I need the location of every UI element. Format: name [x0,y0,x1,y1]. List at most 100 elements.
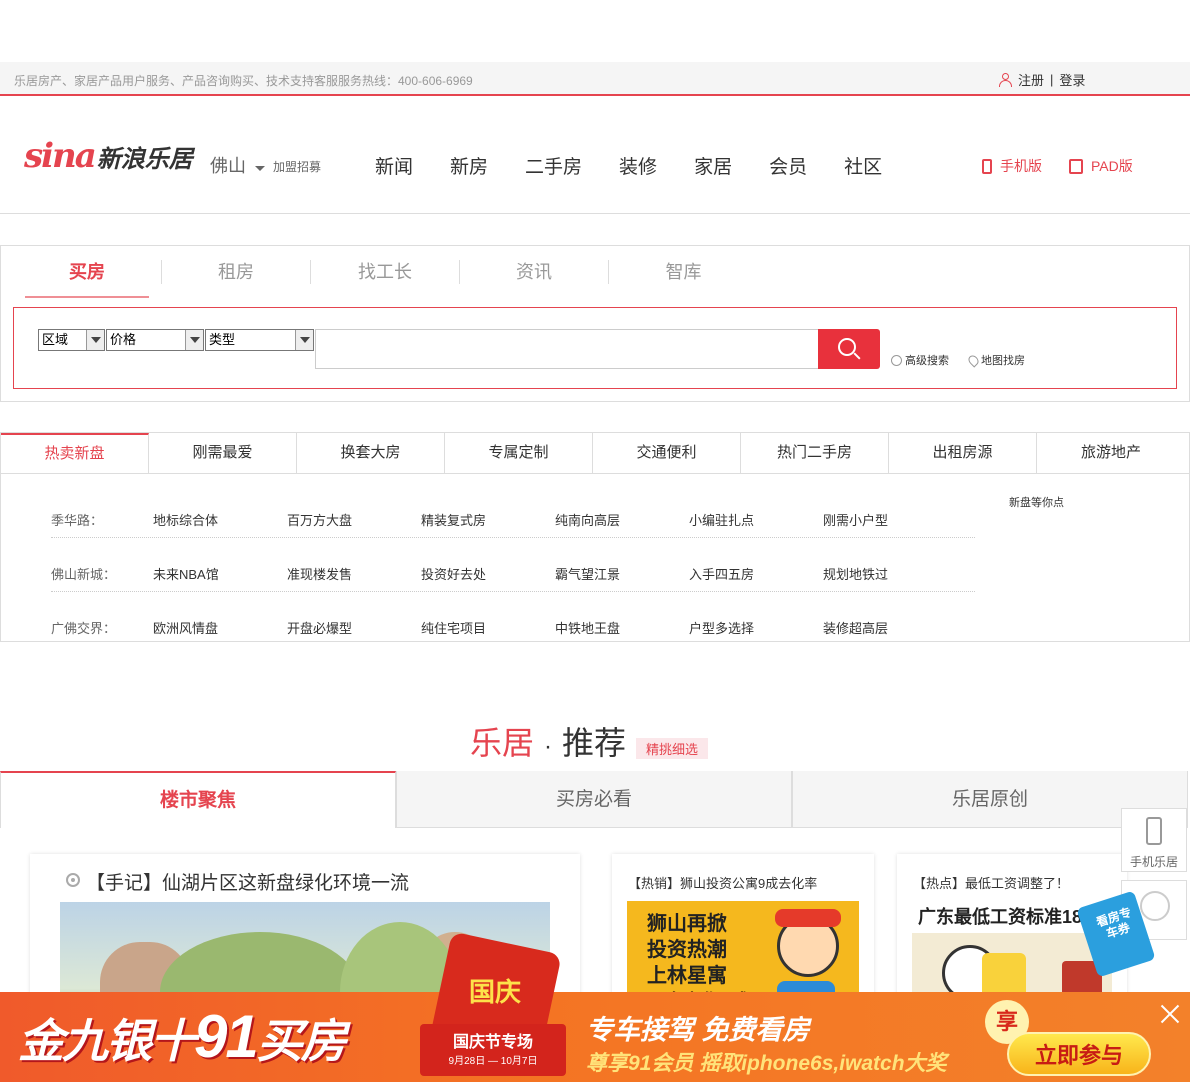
tag-link[interactable]: 中铁地王盘 [555,618,620,637]
news-card-title[interactable]: 【热点】最低工资调整了！ [913,873,1069,892]
banner-slogan-sub: 尊享91会员 摇取iphone6s,iwatch大奖 [586,1052,947,1075]
globe-icon [1140,891,1170,921]
tag-tab-rentals[interactable]: 出租房源 [889,433,1037,473]
tag-row: 季华路： 地标综合体 百万方大盘 精装复式房 纯南向高层 小编驻扎点 刚需小户型 [51,484,975,538]
phone-icon [982,158,992,174]
nav-decoration[interactable]: 装修 [619,152,657,179]
tag-link[interactable]: 刚需小户型 [823,510,888,529]
recommend-tab-must-read[interactable]: 买房必看 [396,771,792,828]
tag-row: 佛山新城： 未来NBA馆 准现楼发售 投资好去处 霸气望江景 入手四五房 规划地… [51,538,975,592]
banner-title-num: 91 [194,1003,259,1070]
tag-link[interactable]: 地标综合体 [153,510,218,529]
search-tab-buy[interactable]: 买房 [13,260,162,284]
search-tab-think-tank[interactable]: 智库 [609,260,758,284]
site-logo[interactable]: sina 新浪乐居 [24,136,193,176]
tag-tab-upgrade[interactable]: 换套大房 [297,433,445,473]
recommend-heading-dot: · [544,733,553,760]
tag-link[interactable]: 纯南向高层 [555,510,620,529]
search-form: 区域 价格 类型 高级搜索 地图找房 [13,307,1177,389]
promo-banner[interactable]: 金九银十91买房 国庆 国庆节专场 9月28日 — 10月7日 专车接驾 免费看… [0,890,1190,1082]
mobile-leju-widget[interactable]: 手机乐居 [1121,808,1187,872]
nav-member[interactable]: 会员 [769,152,807,179]
national-day-seal-text: 国庆 [468,978,521,1008]
header: sina 新浪乐居 佛山 加盟招募 新闻 新房 二手房 装修 家居 会员 社区 … [0,96,1190,214]
district-select[interactable]: 区域 [38,329,105,351]
tag-tabs: 热卖新盘 刚需最爱 换套大房 专属定制 交通便利 热门二手房 出租房源 旅游地产 [1,433,1189,474]
hot-tags-panel: 热卖新盘 刚需最爱 换套大房 专属定制 交通便利 热门二手房 出租房源 旅游地产… [0,432,1190,642]
dropdown-arrow-icon[interactable] [185,330,203,350]
tag-tab-custom[interactable]: 专属定制 [445,433,593,473]
mobile-version-link[interactable]: 手机版 [982,156,1042,176]
advanced-search-link[interactable]: 高级搜索 [891,352,949,368]
tag-link[interactable]: 霸气望江景 [555,564,620,583]
tag-tab-hot-resale[interactable]: 热门二手房 [741,433,889,473]
tag-link[interactable]: 投资好去处 [421,564,486,583]
search-panel: 买房 租房 找工长 资讯 智库 区域 价格 类型 高级搜索 地图找房 [0,245,1190,402]
search-tab-foreman[interactable]: 找工长 [311,260,460,284]
search-button[interactable] [818,329,880,369]
mobile-leju-label: 手机乐居 [1130,855,1179,869]
nav-community[interactable]: 社区 [844,152,882,179]
map-search-link[interactable]: 地图找房 [966,352,1025,368]
nav-new-homes[interactable]: 新房 [450,152,488,179]
dropdown-arrow-icon[interactable] [86,330,104,350]
tag-link[interactable]: 小编驻扎点 [689,510,754,529]
tag-link[interactable]: 装修超高层 [823,618,888,637]
login-link[interactable]: 登录 [1059,70,1085,89]
search-input[interactable] [315,329,819,369]
tag-link[interactable]: 准现楼发售 [287,564,352,583]
pad-version-link[interactable]: PAD版 [1069,156,1133,176]
search-tab-rent[interactable]: 租房 [162,260,311,284]
separator: | [1050,72,1054,87]
recommend-tab-market-focus[interactable]: 楼市聚焦 [0,771,396,828]
tag-link[interactable]: 百万方大盘 [287,510,352,529]
tag-link[interactable]: 纯住宅项目 [421,618,486,637]
join-link[interactable]: 加盟招募 [273,158,321,175]
news-card-title[interactable]: 【热销】狮山投资公寓9成去化率 [628,873,817,892]
nav-news[interactable]: 新闻 [375,152,413,179]
mobile-version-label: 手机版 [1000,158,1042,174]
tag-row-label: 广佛交界： [51,621,117,636]
tag-link[interactable]: 户型多选择 [689,618,754,637]
tablet-icon [1069,158,1083,174]
tag-row: 广佛交界： 欧洲风情盘 开盘必爆型 纯住宅项目 中铁地王盘 户型多选择 装修超高… [51,592,975,646]
dropdown-arrow-icon[interactable] [295,330,313,350]
logo-name: 新浪乐居 [96,146,193,173]
join-now-button[interactable]: 立即参与 [1007,1032,1151,1076]
map-search-label: 地图找房 [981,355,1025,367]
recommend-heading-rest: 推荐 [562,725,627,761]
banner-title: 金九银十91买房 [18,1002,347,1071]
type-select[interactable]: 类型 [205,329,314,351]
tag-link[interactable]: 入手四五房 [689,564,754,583]
main-nav: 新闻 新房 二手房 装修 家居 会员 社区 [375,152,919,179]
nav-resale[interactable]: 二手房 [525,152,582,179]
register-link[interactable]: 注册 [1018,70,1044,89]
tag-row-label: 佛山新城： [51,567,117,582]
user-links: 注册 | 登录 [998,70,1085,89]
news-card-title[interactable]: 【手记】仙湖片区这新盘绿化环境一流 [86,868,409,895]
recommend-tag: 精挑细选 [636,738,709,759]
advanced-search-label: 高级搜索 [905,355,949,367]
city-selector[interactable]: 佛山 [210,152,246,178]
banner-title-b: 买房 [256,1015,347,1067]
tag-tab-first-home[interactable]: 刚需最爱 [149,433,297,473]
tag-tab-transit[interactable]: 交通便利 [593,433,741,473]
tag-link[interactable]: 规划地铁过 [823,564,888,583]
zoom-icon [891,354,902,366]
ribbon-title: 国庆节专场 [452,1034,533,1051]
tag-link[interactable]: 欧洲风情盘 [153,618,218,637]
tag-tab-hot-new[interactable]: 热卖新盘 [1,433,149,473]
tag-link[interactable]: 精装复式房 [421,510,486,529]
image-caption-line: 狮山再掀 [647,911,727,935]
active-tab-indicator [25,296,149,298]
price-select[interactable]: 价格 [106,329,204,351]
search-tabs: 买房 租房 找工长 资讯 智库 [13,260,758,284]
image-caption-line: 投资热潮 [647,937,727,961]
close-icon[interactable] [1158,1002,1182,1026]
search-tab-news[interactable]: 资讯 [460,260,609,284]
caret-down-icon[interactable] [255,166,265,171]
tag-link[interactable]: 开盘必爆型 [287,618,352,637]
nav-furnishing[interactable]: 家居 [694,152,732,179]
tag-tab-tourism[interactable]: 旅游地产 [1037,433,1185,473]
tag-link[interactable]: 未来NBA馆 [153,564,219,583]
